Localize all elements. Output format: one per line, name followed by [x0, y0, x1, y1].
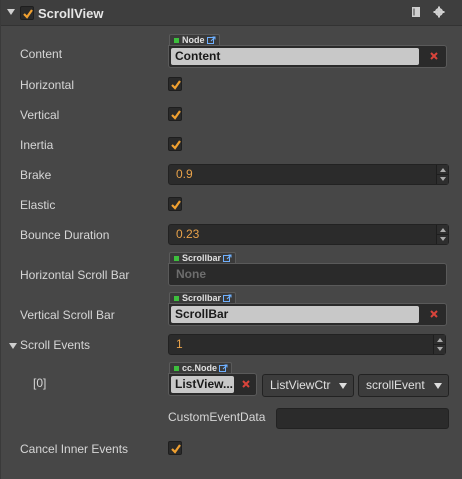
content-type-text: Node [182, 35, 205, 45]
vertical-scroll-bar-value: ScrollBar [171, 306, 419, 323]
bounce-duration-value: 0.23 [176, 227, 200, 241]
scroll-events-count-input[interactable]: 1 [168, 334, 446, 355]
event-target-field[interactable]: ListView... [168, 373, 257, 396]
cancel-inner-events-checkbox[interactable] [168, 441, 182, 455]
scroll-events-stepper[interactable] [433, 335, 445, 354]
bounce-duration-input[interactable]: 0.23 [168, 224, 449, 245]
checkmark-icon [23, 9, 33, 19]
content-value: Content [171, 48, 419, 65]
checkmark-icon [171, 80, 181, 90]
inspector-panel: ScrollView Content Node Content Horizont… [0, 0, 462, 479]
horizontal-scroll-bar-value: None [176, 267, 206, 281]
gear-icon[interactable] [433, 6, 447, 20]
content-label: Content [20, 47, 63, 61]
elastic-label: Elastic [20, 198, 56, 212]
inertia-label: Inertia [20, 138, 54, 152]
horizontal-scroll-bar-label: Horizontal Scroll Bar [20, 268, 130, 282]
clear-icon[interactable] [240, 378, 252, 390]
node-dot-icon [174, 366, 179, 371]
custom-event-data-input[interactable] [276, 408, 449, 429]
link-icon[interactable] [223, 254, 232, 263]
vertical-scroll-bar-label: Vertical Scroll Bar [20, 308, 115, 322]
event-index-label: [0] [33, 376, 47, 390]
event-target-type-text: cc.Node [182, 363, 218, 373]
node-dot-icon [174, 296, 179, 301]
link-icon[interactable] [219, 364, 228, 373]
collapse-arrow-icon[interactable] [7, 9, 15, 15]
bounce-duration-stepper[interactable] [436, 225, 448, 244]
link-icon[interactable] [223, 294, 232, 303]
cancel-inner-events-label: Cancel Inner Events [20, 442, 129, 456]
component-enabled-checkbox[interactable] [20, 6, 34, 20]
chevron-down-icon [339, 383, 347, 389]
event-target-value: ListView... [171, 376, 234, 393]
vertical-label: Vertical [20, 108, 60, 122]
elastic-checkbox[interactable] [168, 197, 182, 211]
link-icon[interactable] [206, 36, 216, 45]
event-handler-select[interactable]: scrollEvent [358, 374, 449, 397]
custom-event-data-label: CustomEventData [168, 410, 266, 424]
vertical-checkbox[interactable] [168, 107, 182, 121]
horizontal-scroll-bar-field[interactable]: None [168, 263, 447, 286]
chevron-down-icon [434, 383, 442, 389]
brake-label: Brake [20, 168, 52, 182]
event-handler-value: scrollEvent [366, 378, 425, 392]
horizontal-scroll-bar-type-text: Scrollbar [182, 253, 222, 263]
node-dot-icon [174, 256, 179, 261]
clear-icon[interactable] [428, 50, 440, 62]
checkmark-icon [171, 110, 181, 120]
vertical-scroll-bar-field[interactable]: ScrollBar [168, 303, 447, 326]
component-title: ScrollView [38, 6, 104, 21]
node-dot-icon [174, 38, 179, 43]
scroll-events-collapse-icon[interactable] [9, 343, 17, 349]
brake-stepper[interactable] [436, 165, 448, 184]
scroll-events-count: 1 [176, 337, 183, 351]
horizontal-checkbox[interactable] [168, 77, 182, 91]
inertia-checkbox[interactable] [168, 137, 182, 151]
bounce-duration-label: Bounce Duration [20, 228, 110, 242]
checkmark-icon [171, 444, 181, 454]
event-component-select[interactable]: ListViewCtr [262, 374, 354, 397]
brake-input[interactable]: 0.9 [168, 164, 449, 185]
component-header[interactable]: ScrollView [1, 0, 462, 26]
brake-value: 0.9 [176, 167, 193, 181]
content-field[interactable]: Content [168, 45, 447, 68]
checkmark-icon [171, 140, 181, 150]
horizontal-label: Horizontal [20, 78, 75, 92]
clear-icon[interactable] [428, 308, 440, 320]
book-icon[interactable] [410, 6, 424, 20]
checkmark-icon [171, 200, 181, 210]
event-component-value: ListViewCtr [270, 378, 331, 392]
scroll-events-label: Scroll Events [20, 338, 91, 352]
vertical-scroll-bar-type-text: Scrollbar [182, 293, 222, 303]
